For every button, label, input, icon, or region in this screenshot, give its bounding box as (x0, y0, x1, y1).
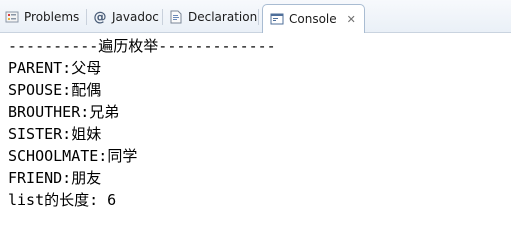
tab-divider (162, 9, 163, 25)
tab-label: Console (289, 12, 337, 26)
tab-declaration[interactable]: Declaration (168, 6, 257, 28)
tab-label: Problems (24, 10, 80, 24)
console-line: SISTER:姐妹 (8, 125, 102, 143)
tab-label: Javadoc (112, 10, 159, 24)
console-line: PARENT:父母 (8, 59, 102, 77)
tab-console[interactable]: Console ✕ (262, 4, 365, 33)
console-line: FRIEND:朋友 (8, 169, 102, 187)
declaration-icon (168, 9, 184, 25)
tab-javadoc[interactable]: @ Javadoc (92, 6, 159, 28)
problems-icon (4, 9, 20, 25)
console-output[interactable]: ----------遍历枚举------------- PARENT:父母 SP… (0, 33, 511, 230)
console-line: list的长度: 6 (8, 191, 117, 209)
console-line: SCHOOLMATE:同学 (8, 147, 138, 165)
close-icon[interactable]: ✕ (347, 13, 356, 26)
tab-label: Declaration (188, 10, 258, 24)
tab-problems[interactable]: Problems (4, 6, 79, 28)
view-tab-bar: Problems @ Javadoc Declaration Console ✕ (0, 0, 511, 33)
console-icon (269, 11, 285, 27)
tab-divider (86, 9, 87, 25)
at-icon: @ (93, 9, 107, 25)
console-line: BROUTHER:兄弟 (8, 103, 120, 121)
tab-divider (258, 9, 259, 25)
console-line: ----------遍历枚举------------- (8, 37, 276, 55)
console-line: SPOUSE:配偶 (8, 81, 102, 99)
